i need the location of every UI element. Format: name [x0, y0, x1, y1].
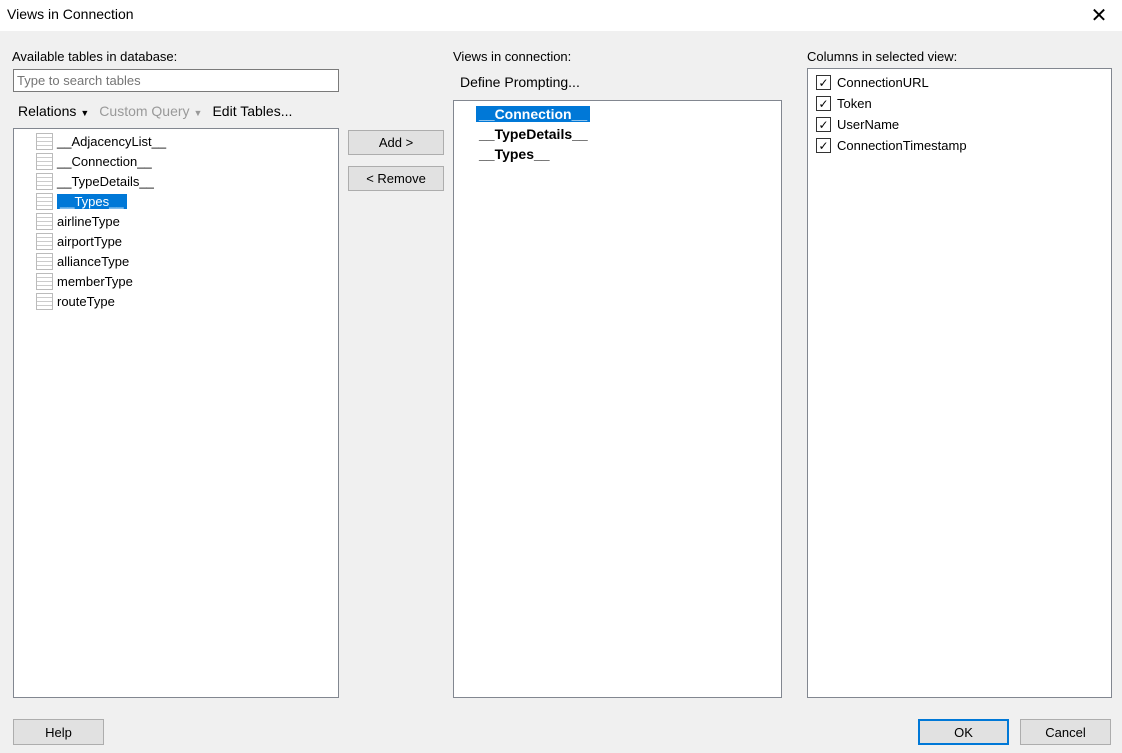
table-item-label: routeType	[57, 293, 115, 309]
title-bar: Views in Connection ✕	[0, 0, 1122, 31]
table-item-label: __AdjacencyList__	[57, 133, 167, 149]
table-item[interactable]: __Connection__	[36, 151, 338, 171]
columns-label: Columns in selected view:	[807, 49, 958, 64]
tables-toolbar: Relations ▼ Custom Query ▼ Edit Tables...	[18, 103, 292, 119]
view-item[interactable]: __Connection__	[476, 104, 781, 124]
table-item[interactable]: __AdjacencyList__	[36, 131, 338, 151]
search-tables-input[interactable]	[13, 69, 339, 92]
view-item[interactable]: __TypeDetails__	[476, 124, 781, 144]
column-item[interactable]: ✓ UserName	[816, 114, 1111, 135]
views-list[interactable]: __Connection__ __TypeDetails__ __Types__	[453, 100, 782, 698]
checkbox[interactable]: ✓	[816, 138, 831, 153]
table-item[interactable]: routeType	[36, 291, 338, 311]
column-item[interactable]: ✓ ConnectionURL	[816, 72, 1111, 93]
help-button[interactable]: Help	[13, 719, 104, 745]
define-prompting-button[interactable]: Define Prompting...	[460, 74, 580, 90]
table-item[interactable]: airportType	[36, 231, 338, 251]
chevron-down-icon: ▼	[193, 108, 203, 118]
available-tables-label: Available tables in database:	[12, 49, 178, 64]
columns-list[interactable]: ✓ ConnectionURL ✓ Token ✓ UserName ✓ Connection…	[807, 68, 1112, 698]
table-item-label: __Connection__	[57, 153, 152, 169]
table-item[interactable]: memberType	[36, 271, 338, 291]
view-item[interactable]: __Types__	[476, 144, 781, 164]
view-item-label: __Types__	[479, 146, 550, 162]
table-icon	[36, 152, 53, 170]
edit-tables-button[interactable]: Edit Tables...	[212, 103, 292, 119]
table-item-label: allianceType	[57, 253, 130, 269]
view-item-label: __TypeDetails__	[479, 126, 588, 142]
column-item-label: UserName	[837, 117, 900, 132]
checkbox[interactable]: ✓	[816, 96, 831, 111]
chevron-down-icon: ▼	[80, 108, 90, 118]
table-item-label: airlineType	[57, 213, 120, 229]
table-item[interactable]: __Types__	[36, 191, 338, 211]
column-item[interactable]: ✓ Token	[816, 93, 1111, 114]
window-title: Views in Connection	[7, 6, 134, 22]
table-item-label: __Types__	[57, 193, 127, 209]
table-item[interactable]: allianceType	[36, 251, 338, 271]
views-label: Views in connection:	[453, 49, 572, 64]
column-item-label: Token	[837, 96, 872, 111]
table-icon	[36, 132, 53, 150]
table-icon	[36, 192, 53, 210]
remove-button[interactable]: < Remove	[348, 166, 444, 191]
relations-dropdown[interactable]: Relations ▼	[18, 103, 89, 119]
custom-query-dropdown[interactable]: Custom Query ▼	[99, 103, 202, 119]
checkbox[interactable]: ✓	[816, 117, 831, 132]
checkbox[interactable]: ✓	[816, 75, 831, 90]
table-icon	[36, 272, 53, 290]
table-icon	[36, 232, 53, 250]
table-item[interactable]: __TypeDetails__	[36, 171, 338, 191]
add-button[interactable]: Add >	[348, 130, 444, 155]
cancel-button[interactable]: Cancel	[1020, 719, 1111, 745]
relations-label: Relations	[18, 103, 77, 119]
column-item[interactable]: ✓ ConnectionTimestamp	[816, 135, 1111, 156]
table-icon	[36, 212, 53, 230]
view-item-label: __Connection__	[476, 106, 591, 122]
ok-button[interactable]: OK	[918, 719, 1009, 745]
table-item-label: memberType	[57, 273, 133, 289]
close-icon[interactable]: ✕	[1076, 0, 1122, 31]
table-item-label: __TypeDetails__	[57, 173, 154, 189]
tables-list[interactable]: __AdjacencyList__ __Connection__ __TypeDet…	[13, 128, 339, 698]
table-item-label: airportType	[57, 233, 123, 249]
table-item[interactable]: airlineType	[36, 211, 338, 231]
table-icon	[36, 172, 53, 190]
custom-query-label: Custom Query	[99, 103, 190, 119]
table-icon	[36, 252, 53, 270]
column-item-label: ConnectionURL	[837, 75, 929, 90]
column-item-label: ConnectionTimestamp	[837, 138, 967, 153]
table-icon	[36, 292, 53, 310]
